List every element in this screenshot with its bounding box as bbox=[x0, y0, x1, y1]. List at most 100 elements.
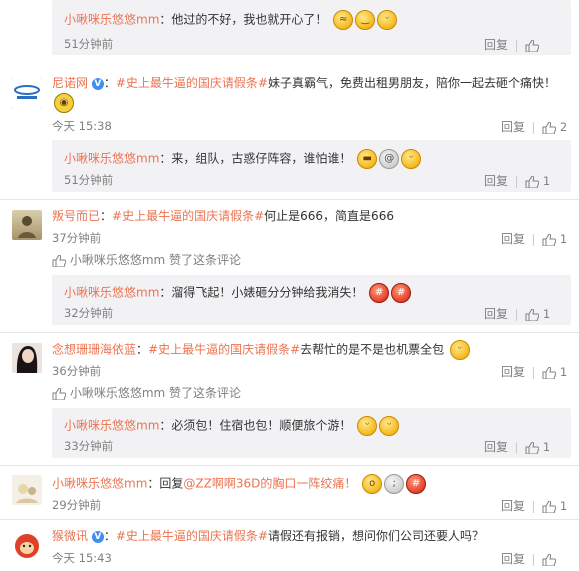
mention-link[interactable]: @ZZ啊啊36D bbox=[183, 477, 260, 491]
divider bbox=[533, 121, 535, 134]
comment-content: 叛号而已：#史上最牛逼的国庆请假条#何止是666，简直是666 bbox=[52, 209, 394, 223]
avatar[interactable] bbox=[12, 210, 42, 240]
separator bbox=[0, 199, 579, 200]
avatar[interactable] bbox=[12, 531, 42, 561]
thumb-up-icon bbox=[52, 387, 66, 400]
liked-by-user[interactable]: 小啾咪乐悠悠mm bbox=[70, 386, 165, 400]
reply-box: 小啾咪乐悠悠mm：溜得飞起！小婊砸分分钟给我消失！ # # 32分钟前 回复 1 bbox=[52, 275, 571, 325]
avatar[interactable] bbox=[12, 78, 42, 108]
like-count: 1 bbox=[542, 440, 551, 454]
divider bbox=[533, 233, 535, 246]
reply-text: 必须包！住宿也包！顺便旅个游！ bbox=[171, 418, 352, 433]
comment-actions: 回复 1 bbox=[501, 363, 567, 380]
comment-text: 去帮忙的是不是也机票全包 bbox=[300, 342, 445, 357]
separator bbox=[0, 465, 579, 466]
like-count: 1 bbox=[559, 232, 568, 246]
reply-button[interactable]: 回复 bbox=[484, 307, 508, 321]
reply-button[interactable]: 回复 bbox=[501, 499, 525, 513]
monkey-logo-icon bbox=[15, 534, 39, 558]
shock-emoji: o bbox=[362, 474, 383, 494]
reply-button[interactable]: 回复 bbox=[484, 440, 508, 454]
comment-content: 小啾咪乐悠悠mm：回复@ZZ啊啊36D的胸口一阵绞痛！ o; # bbox=[52, 474, 427, 494]
reply-time: 51分钟前 bbox=[64, 173, 114, 187]
thumb-up-icon bbox=[542, 366, 557, 379]
laugh-cry-emoji: ≈ bbox=[333, 10, 354, 30]
topic-link[interactable]: #史上最牛逼的国庆请假条# bbox=[116, 529, 268, 543]
like-count: 2 bbox=[559, 120, 568, 134]
reply-button[interactable]: 回复 bbox=[484, 174, 508, 188]
thumb-up-icon bbox=[542, 121, 557, 134]
comment-username[interactable]: 念想珊珊海依蓝 bbox=[52, 343, 136, 357]
reply-button[interactable]: 回复 bbox=[501, 120, 525, 134]
comment-content: 念想珊珊海依蓝：#史上最牛逼的国庆请假条#去帮忙的是不是也机票全包 ᵕ bbox=[52, 340, 470, 360]
liked-suffix: 赞了这条评论 bbox=[169, 386, 242, 400]
reply-button[interactable]: 回复 bbox=[501, 552, 525, 566]
reply-box: 小啾咪乐悠悠mm：他过的不好，我也就开心了！ ≈ ‿ ᵕ 51分钟前 回复 bbox=[52, 0, 571, 55]
comment-username[interactable]: 尼诺网 bbox=[52, 76, 88, 90]
thumb-up-icon bbox=[542, 553, 557, 566]
comment-time: 36分钟前 bbox=[52, 364, 102, 378]
liked-by-line: 小啾咪乐悠悠mm 赞了这条评论 bbox=[52, 251, 241, 268]
divider bbox=[533, 366, 535, 379]
reply-button[interactable]: 回复 bbox=[484, 38, 508, 52]
divider bbox=[516, 39, 518, 52]
comment-time: 37分钟前 bbox=[52, 231, 102, 245]
grin-emoji: ᵕ bbox=[377, 10, 398, 30]
reply-action: 回复 bbox=[484, 36, 540, 53]
thumb-up-icon bbox=[525, 441, 540, 454]
comment-text: 何止是666，简直是666 bbox=[264, 209, 394, 223]
avatar-image bbox=[18, 216, 36, 238]
reply-username[interactable]: 小啾咪乐悠悠mm bbox=[64, 13, 159, 27]
separator bbox=[0, 519, 579, 520]
divider bbox=[533, 553, 535, 566]
like-button[interactable]: 1 bbox=[542, 365, 567, 379]
avatar[interactable] bbox=[12, 343, 42, 373]
dizzy-emoji: @ bbox=[379, 149, 400, 169]
like-button[interactable] bbox=[542, 552, 557, 566]
minion-emoji: ◉ bbox=[54, 93, 74, 113]
reply-content: 小啾咪乐悠悠mm：来，组队，古惑仔阵容，谁怕谁！ ▬ @ ᵕ bbox=[64, 149, 422, 169]
comment-username[interactable]: 叛号而已 bbox=[52, 209, 100, 223]
like-count: 1 bbox=[559, 499, 568, 513]
liked-by-user[interactable]: 小啾咪乐悠悠mm bbox=[70, 253, 165, 267]
like-button[interactable] bbox=[525, 38, 540, 52]
like-button[interactable]: 1 bbox=[525, 440, 550, 454]
comment-content: 猴微讯 V ：#史上最牛逼的国庆请假条#请假还有报销，想问你们公司还要人吗？ bbox=[52, 529, 484, 543]
comment-time: 今天 15:38 bbox=[52, 119, 112, 133]
comment-content: 尼诺网 V ：#史上最牛逼的国庆请假条#妹子真霸气，免费出租男朋友，陪你一起去砸个… bbox=[52, 74, 572, 113]
reply-username[interactable]: 小啾咪乐悠悠mm bbox=[64, 419, 159, 433]
like-button[interactable]: 1 bbox=[525, 174, 550, 188]
divider bbox=[516, 308, 518, 321]
reply-username[interactable]: 小啾咪乐悠悠mm bbox=[64, 286, 159, 300]
like-button[interactable]: 1 bbox=[542, 232, 567, 246]
avatar[interactable] bbox=[12, 475, 42, 505]
reply-button[interactable]: 回复 bbox=[501, 365, 525, 379]
reply-username[interactable]: 小啾咪乐悠悠mm bbox=[64, 152, 159, 166]
like-button[interactable]: 1 bbox=[542, 499, 567, 513]
divider bbox=[533, 500, 535, 513]
reply-time: 51分钟前 bbox=[64, 37, 114, 51]
nino-logo-icon bbox=[12, 78, 42, 108]
divider bbox=[516, 175, 518, 188]
grin-emoji: ᵕ bbox=[450, 340, 470, 360]
thumb-up-icon bbox=[525, 308, 540, 321]
reply-button[interactable]: 回复 bbox=[501, 232, 525, 246]
topic-link[interactable]: #史上最牛逼的国庆请假条# bbox=[116, 76, 268, 90]
like-button[interactable]: 2 bbox=[542, 120, 567, 134]
reply-time: 33分钟前 bbox=[64, 439, 114, 453]
angry-emoji: # bbox=[406, 474, 427, 494]
comment-username[interactable]: 猴微讯 bbox=[52, 529, 88, 543]
like-button[interactable]: 1 bbox=[525, 307, 550, 321]
reply-text: 溜得飞起！小婊砸分分钟给我消失！ bbox=[171, 285, 364, 300]
cool-emoji: ▬ bbox=[357, 149, 378, 169]
reply-text: 来，组队，古惑仔阵容，谁怕谁！ bbox=[171, 151, 352, 166]
topic-link[interactable]: #史上最牛逼的国庆请假条# bbox=[148, 343, 300, 357]
reply-content: 小啾咪乐悠悠mm：溜得飞起！小婊砸分分钟给我消失！ # # bbox=[64, 283, 412, 303]
topic-link[interactable]: #史上最牛逼的国庆请假条# bbox=[112, 209, 264, 223]
comment-username[interactable]: 小啾咪乐悠悠mm bbox=[52, 477, 147, 491]
verified-icon: V bbox=[91, 77, 104, 90]
separator bbox=[0, 332, 579, 333]
avatar-image bbox=[16, 346, 38, 373]
like-count: 1 bbox=[542, 307, 551, 321]
thumb-up-icon bbox=[52, 254, 66, 267]
